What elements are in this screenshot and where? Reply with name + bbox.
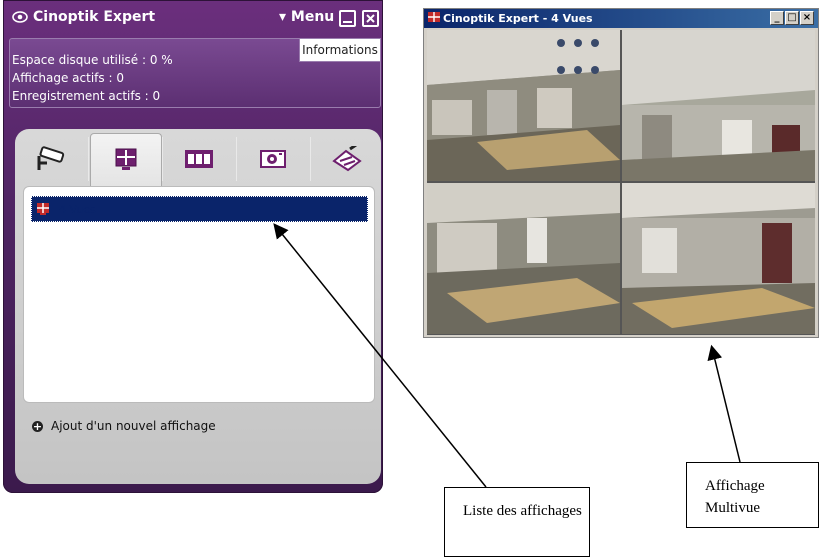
callout-affichage-multivue: Affichage Multivue bbox=[686, 462, 819, 528]
callout-liste-affichages: Liste des affichages bbox=[444, 487, 590, 557]
